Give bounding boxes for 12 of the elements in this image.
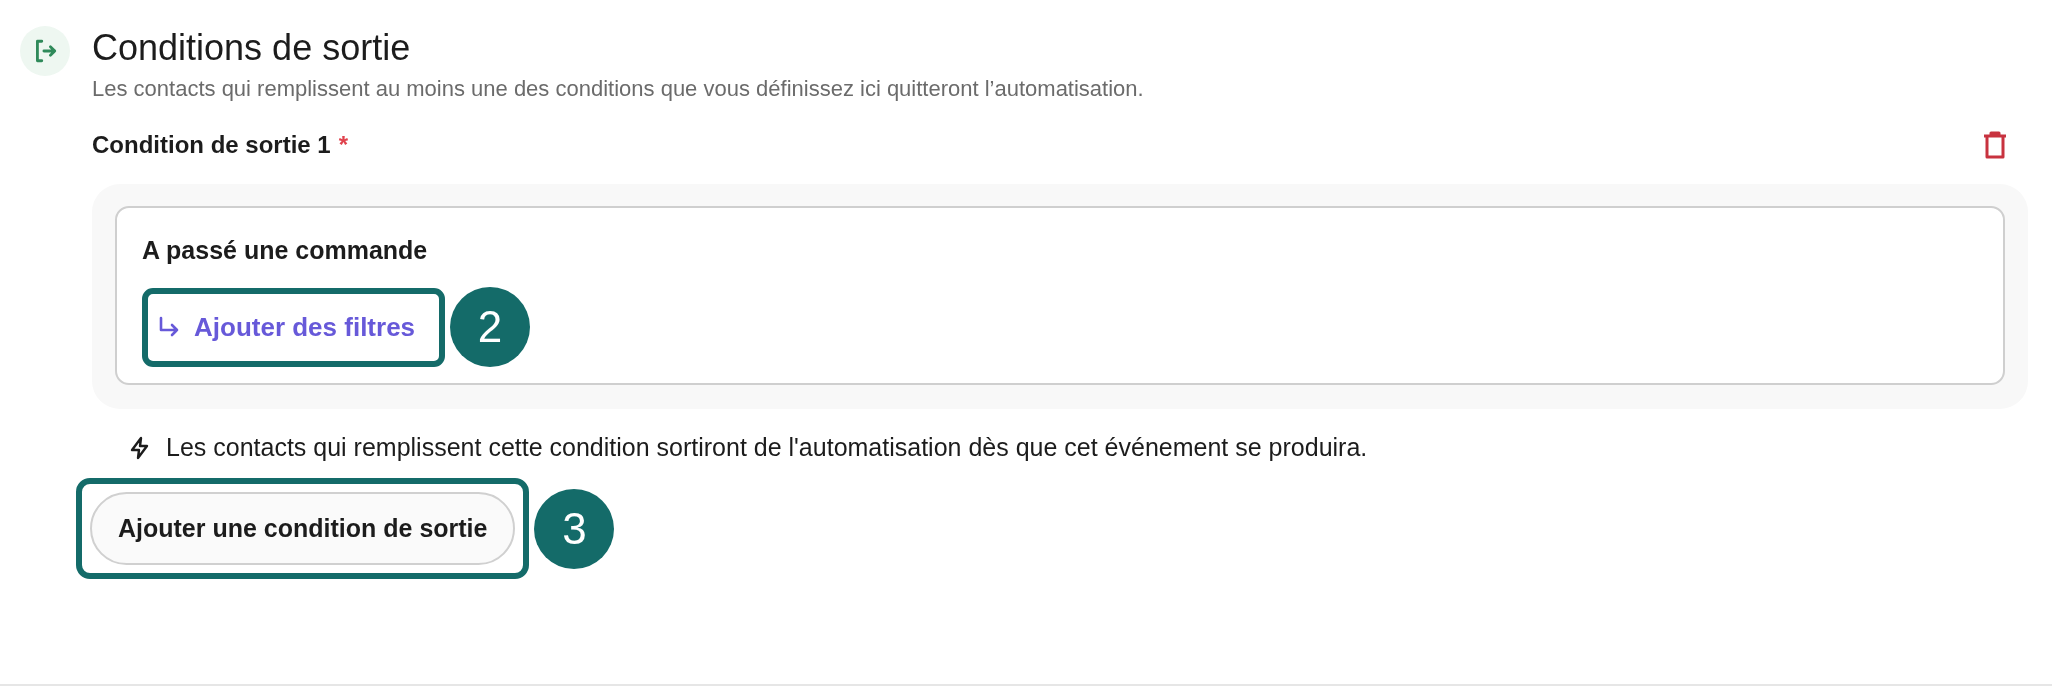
return-arrow-icon <box>158 316 180 338</box>
add-filters-link[interactable]: Ajouter des filtres <box>152 297 436 357</box>
condition-label: Condition de sortie 1 <box>92 131 331 158</box>
condition-note: Les contacts qui remplissent cette condition sortiront de l'automatisation dès que cet événement se produira. <box>166 433 1368 462</box>
required-mark: * <box>338 131 349 158</box>
add-condition-button[interactable]: Ajouter une condition de sortie <box>90 492 516 565</box>
section-description: Les contacts qui remplissent au moins une des conditions que vous définissez ici quitteront l’automatisation. <box>92 76 1144 102</box>
delete-icon[interactable] <box>1982 130 2008 160</box>
step-badge: 2 <box>450 287 531 367</box>
section-title: Conditions de sortie <box>92 26 412 70</box>
step-badge: 3 <box>534 488 615 569</box>
event-name: A passé une commande <box>142 236 429 265</box>
